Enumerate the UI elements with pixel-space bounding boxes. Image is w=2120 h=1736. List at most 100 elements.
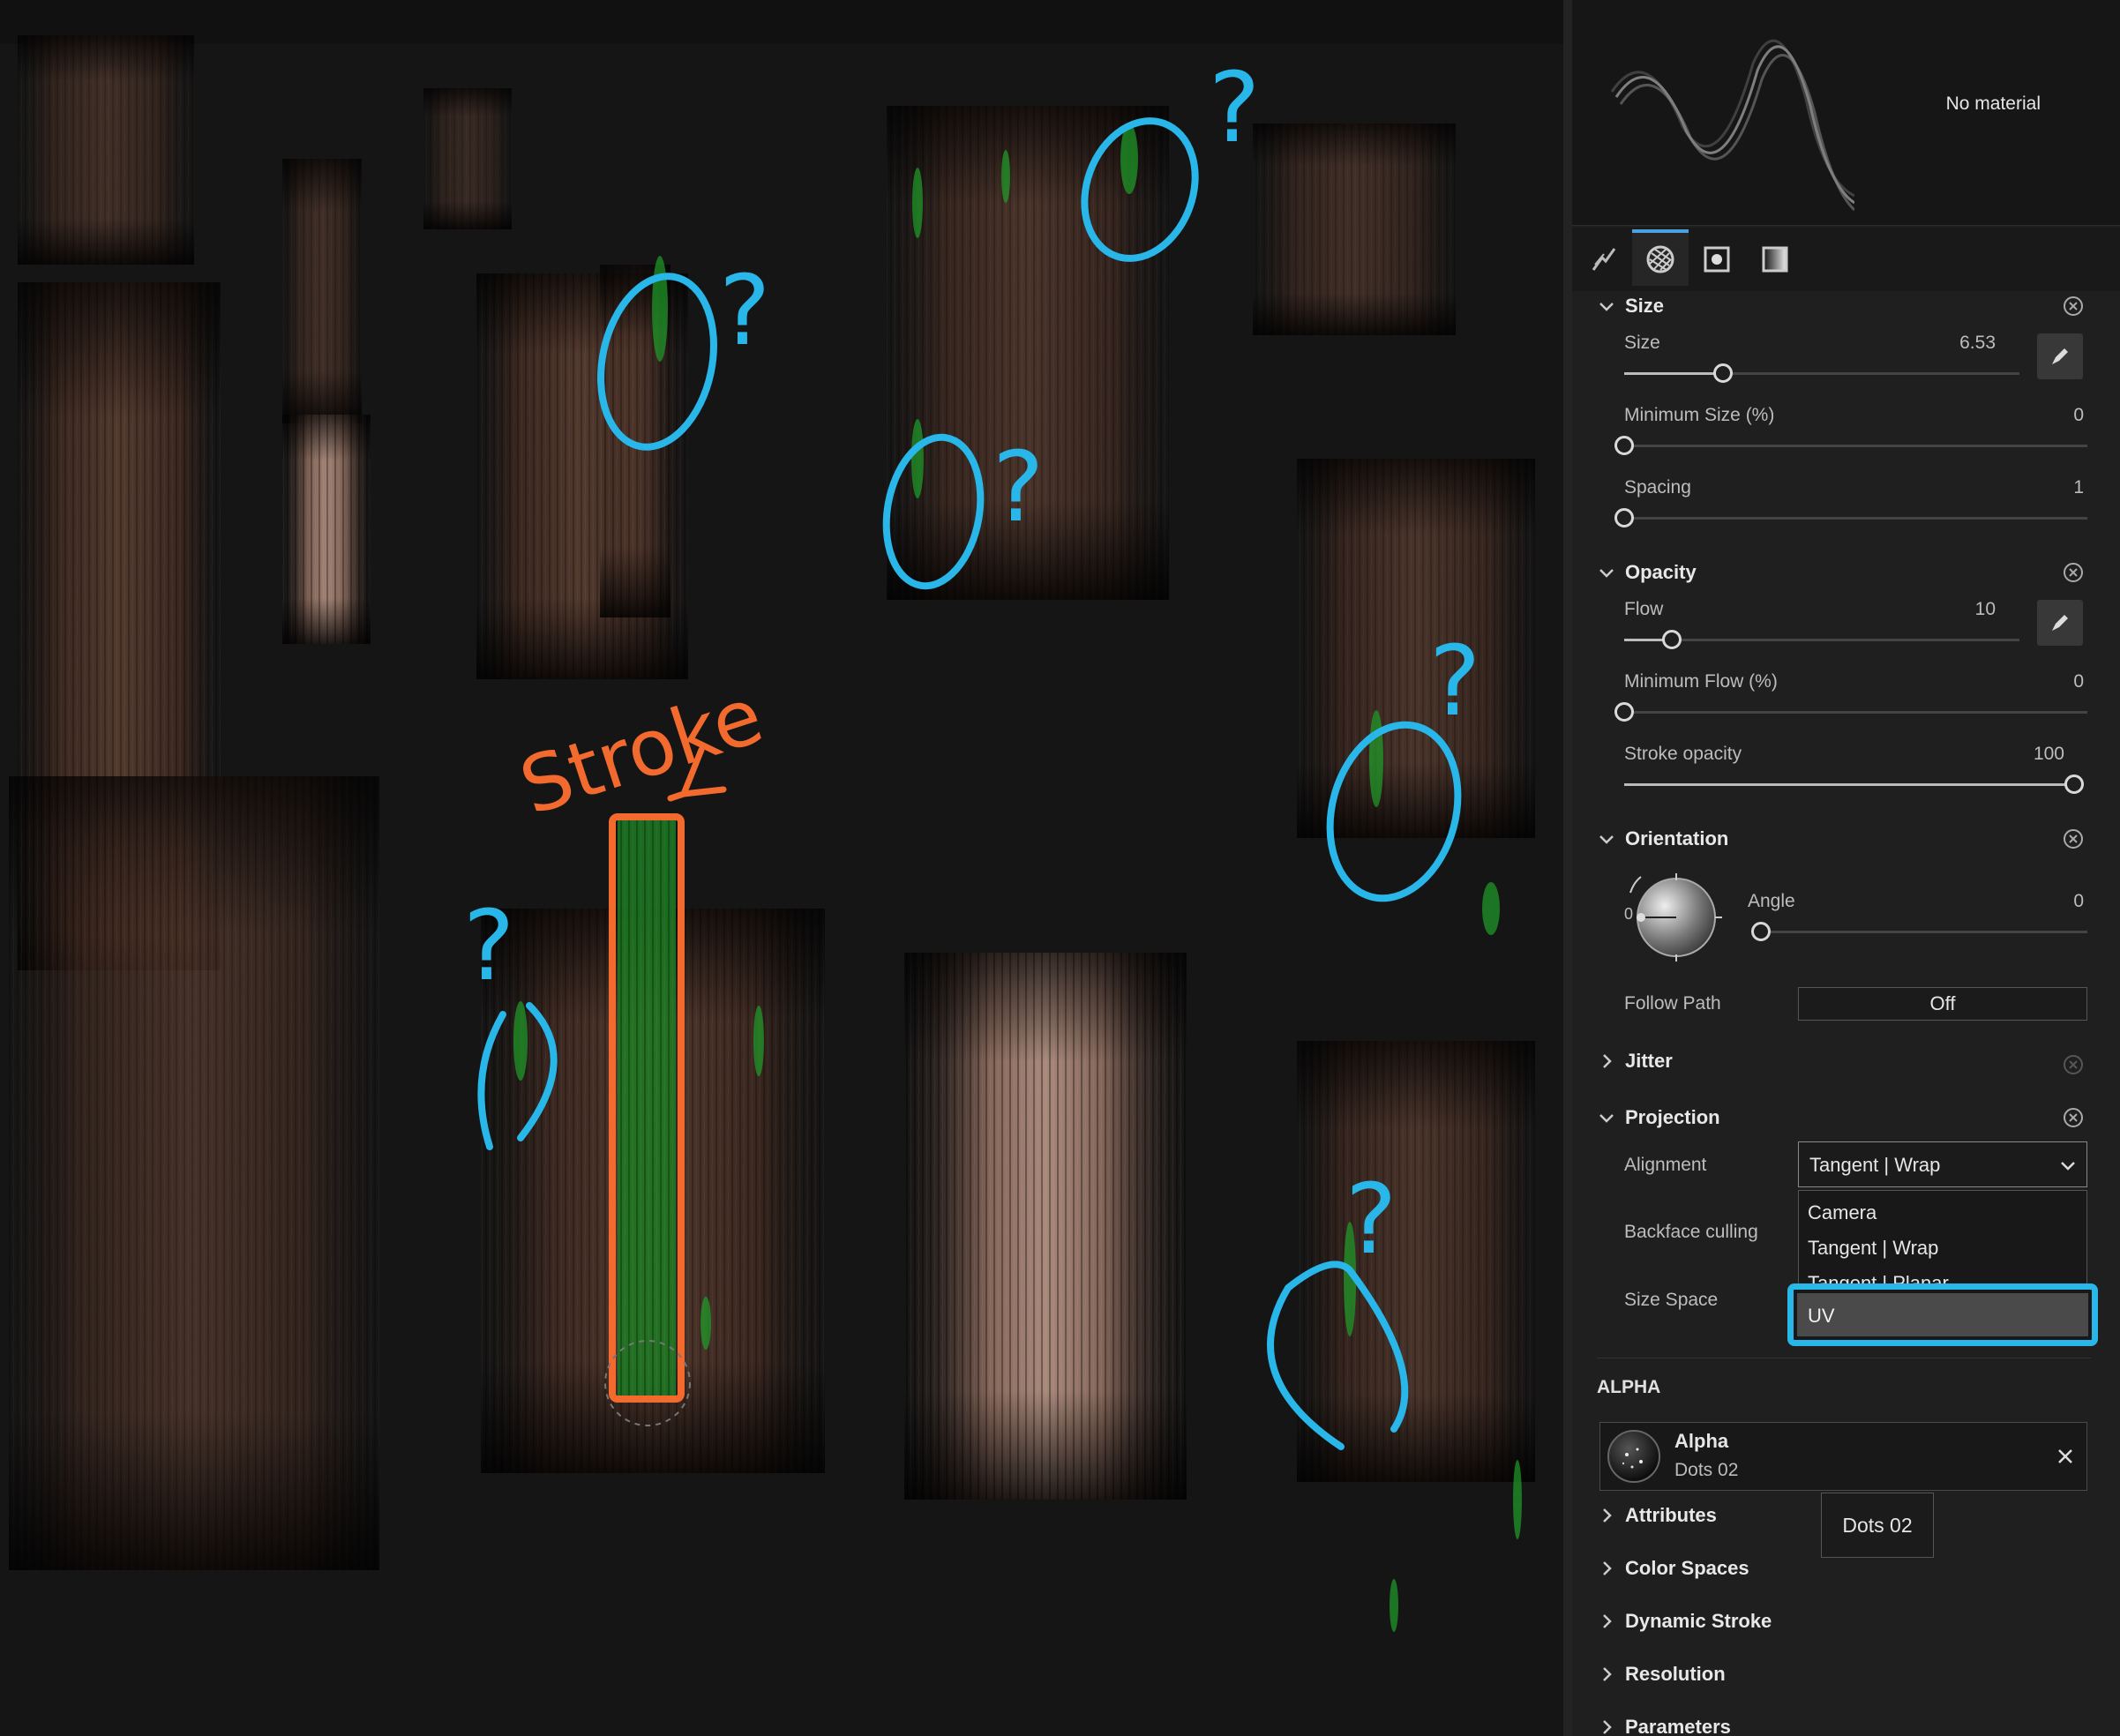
green-paint-mark	[1120, 123, 1138, 194]
spacing-slider[interactable]	[1614, 508, 2087, 528]
chevron-right-icon	[1603, 1667, 1612, 1681]
size-label: Size	[1624, 333, 1660, 353]
size-slider[interactable]	[1624, 363, 2019, 383]
chevron-down-icon	[2061, 1162, 2075, 1171]
tab-gradient[interactable]	[1747, 233, 1803, 286]
alpha-section-title: ALPHA	[1597, 1377, 1661, 1397]
min-flow-value[interactable]: 0	[1996, 671, 2084, 692]
dropdown-option-uv[interactable]: UV	[1787, 1283, 2098, 1346]
dropdown-option-tangent-wrap[interactable]: Tangent | Wrap	[1808, 1237, 1938, 1260]
bark-column-fade	[282, 159, 362, 423]
reset-icon[interactable]	[2060, 559, 2086, 586]
section-dynamic-stroke-header[interactable]: Dynamic Stroke	[1597, 1610, 1772, 1633]
stroke-opacity-slider-handle[interactable]	[2064, 774, 2084, 794]
alignment-select-value: Tangent | Wrap	[1809, 1154, 1941, 1176]
min-size-label: Minimum Size (%)	[1624, 405, 1775, 425]
question-mark-annotation: ?	[719, 254, 770, 367]
angle-slider[interactable]	[1751, 922, 2087, 941]
brush-tabs	[1572, 228, 2120, 291]
alpha-card-subtitle: Dots 02	[1674, 1460, 1739, 1480]
spacing-slider-handle[interactable]	[1614, 508, 1634, 528]
close-icon[interactable]	[2055, 1446, 2076, 1467]
stroke-opacity-value[interactable]: 100	[1976, 744, 2064, 765]
size-slider-handle[interactable]	[1713, 363, 1733, 383]
section-orientation-header[interactable]: Orientation	[1597, 824, 1728, 854]
green-paint-mark	[753, 1006, 764, 1076]
uv-option-label: UV	[1808, 1305, 1835, 1327]
question-mark-annotation: ?	[1429, 625, 1480, 737]
material-tab-icon	[1646, 245, 1674, 273]
section-dynamic-stroke-title: Dynamic Stroke	[1625, 1610, 1772, 1632]
tab-stroke[interactable]	[1576, 233, 1632, 286]
min-size-value[interactable]: 0	[1996, 405, 2084, 426]
green-paint-mark	[700, 1297, 711, 1350]
min-size-slider[interactable]	[1614, 436, 2087, 455]
tab-alpha[interactable]	[1689, 233, 1745, 286]
section-resolution-title: Resolution	[1625, 1663, 1726, 1685]
reset-icon[interactable]	[2060, 1051, 2086, 1078]
follow-path-label: Follow Path	[1624, 993, 1721, 1014]
angle-value[interactable]: 0	[1996, 891, 2084, 912]
reset-icon[interactable]	[2060, 1104, 2086, 1131]
pen-pressure-icon	[2052, 615, 2068, 631]
green-paint-mark	[1369, 710, 1383, 807]
alpha-card[interactable]: Alpha Dots 02	[1599, 1422, 2087, 1491]
angle-label: Angle	[1748, 891, 1795, 911]
section-attributes-header[interactable]: Attributes	[1597, 1504, 1717, 1527]
viewport-canvas: Stroke ??????	[0, 0, 1563, 1632]
size-space-label: Size Space	[1624, 1290, 1719, 1310]
follow-path-toggle[interactable]: Off	[1798, 987, 2087, 1021]
reset-icon[interactable]	[2060, 293, 2086, 319]
stroke-opacity-slider-fill	[1624, 783, 2074, 786]
section-size-header[interactable]: Size	[1597, 291, 1664, 321]
min-size-slider-handle[interactable]	[1614, 436, 1634, 455]
section-projection-header[interactable]: Projection	[1597, 1103, 1720, 1133]
min-flow-slider[interactable]	[1614, 702, 2087, 722]
chevron-down-icon	[1599, 303, 1614, 311]
green-paint-mark	[912, 168, 923, 238]
bark-column-fade	[282, 415, 371, 644]
size-value[interactable]: 6.53	[1907, 333, 1996, 354]
flow-pen-pressure-button[interactable]	[2037, 600, 2083, 646]
angle-slider-handle[interactable]	[1751, 922, 1771, 941]
reset-icon[interactable]	[2060, 826, 2086, 852]
chevron-right-icon	[1603, 1054, 1612, 1068]
green-paint-mark	[1001, 150, 1010, 203]
dropdown-option-camera[interactable]: Camera	[1808, 1201, 1877, 1224]
section-parameters-header[interactable]: Parameters	[1597, 1716, 1731, 1736]
stroke-annotation-label: Stroke	[510, 670, 774, 833]
section-size-title: Size	[1625, 295, 1665, 317]
size-pen-pressure-button[interactable]	[2037, 333, 2083, 379]
question-mark-annotation: ?	[993, 430, 1044, 543]
gradient-tab-icon	[1762, 246, 1788, 273]
section-resolution-header[interactable]: Resolution	[1597, 1663, 1726, 1686]
chevron-right-icon	[1603, 1561, 1612, 1575]
section-opacity-header[interactable]: Opacity	[1597, 557, 1697, 587]
flow-label: Flow	[1624, 599, 1664, 619]
3d-viewport[interactable]: Stroke ??????	[0, 0, 1563, 1736]
chevron-down-icon	[1599, 569, 1614, 578]
bark-column-fade	[1253, 123, 1456, 335]
green-paint-mark	[513, 1001, 528, 1081]
brush-preview: No material	[1572, 0, 2120, 226]
chevron-down-icon	[1599, 1114, 1614, 1123]
flow-slider-handle[interactable]	[1661, 630, 1682, 649]
alignment-select[interactable]: Tangent | Wrap	[1798, 1141, 2087, 1187]
tab-material[interactable]	[1632, 229, 1689, 286]
flow-slider[interactable]	[1624, 630, 2019, 649]
question-mark-annotation: ?	[1345, 1163, 1397, 1276]
flow-value[interactable]: 10	[1907, 599, 1996, 620]
question-mark-annotation: ?	[1209, 51, 1260, 164]
angle-dial[interactable]	[1622, 872, 1727, 963]
spacing-value[interactable]: 1	[1996, 477, 2084, 498]
section-color-spaces-header[interactable]: Color Spaces	[1597, 1557, 1749, 1580]
chevron-down-icon	[1599, 835, 1614, 844]
stroke-opacity-slider[interactable]	[1624, 774, 2084, 794]
bark-column-fade	[9, 776, 379, 1570]
section-jitter-header[interactable]: Jitter	[1597, 1050, 1673, 1073]
min-flow-slider-handle[interactable]	[1614, 702, 1634, 722]
section-orientation-title: Orientation	[1625, 827, 1729, 849]
dial-value: 0	[1624, 905, 1634, 923]
panel-divider[interactable]	[1563, 0, 1572, 1736]
stroke-opacity-label: Stroke opacity	[1624, 744, 1742, 764]
